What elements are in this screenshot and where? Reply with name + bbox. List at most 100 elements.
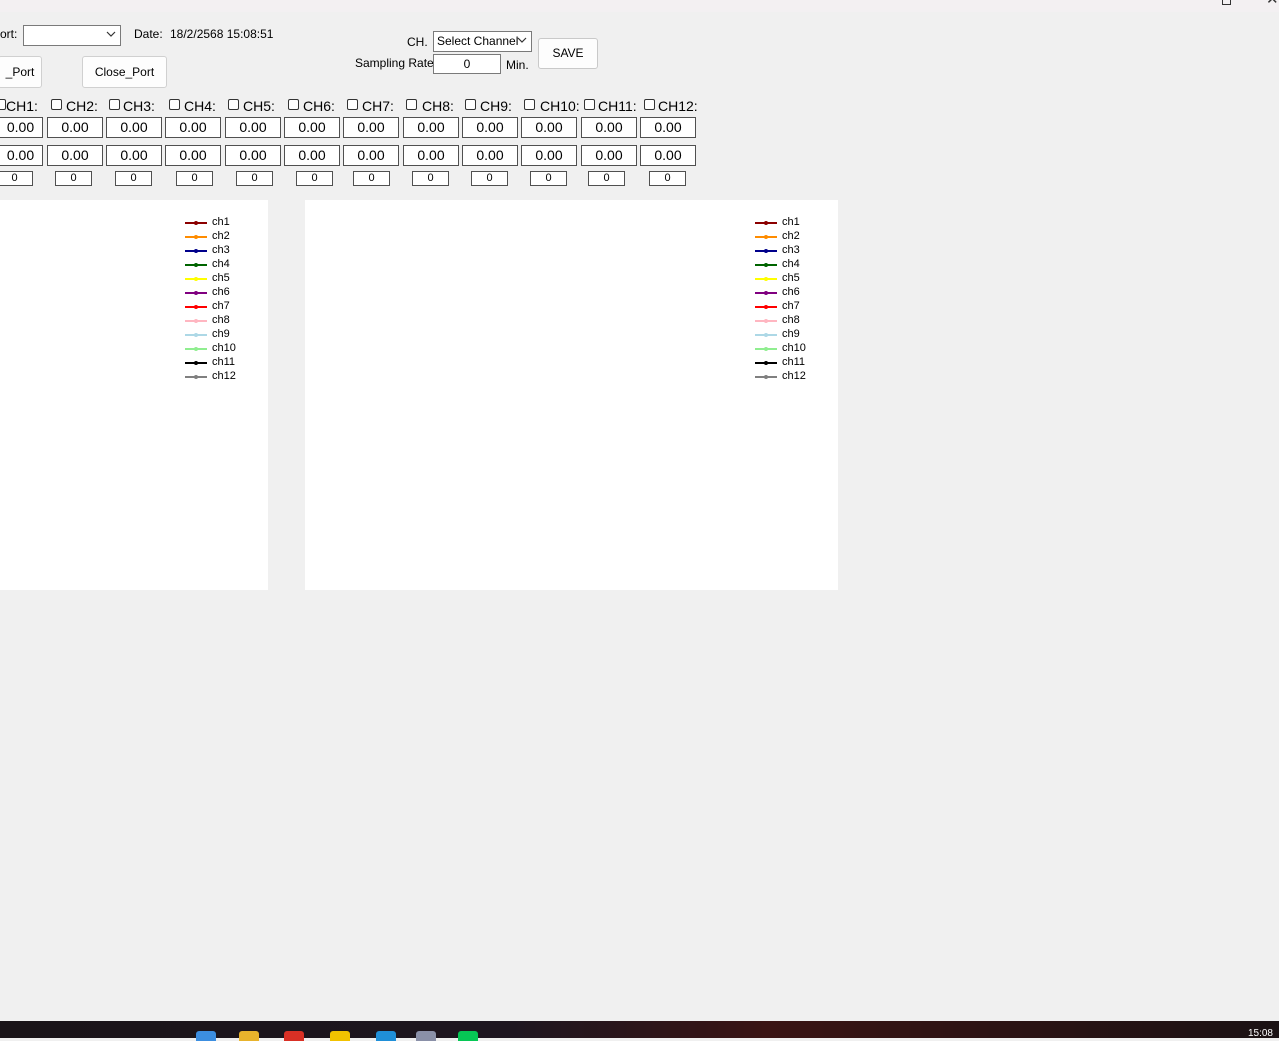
- close-icon[interactable]: ✕: [1266, 0, 1279, 7]
- ch11-count-input[interactable]: 0: [588, 171, 625, 186]
- ch12-value-2[interactable]: 0.00: [640, 145, 696, 166]
- ch4-label: CH4:: [184, 98, 216, 114]
- window-titlebar: ✕: [0, 0, 1279, 12]
- legend-label-ch9: ch9: [782, 328, 800, 340]
- ch2-value-1[interactable]: 0.00: [47, 117, 103, 138]
- ch7-count-input[interactable]: 0: [353, 171, 390, 186]
- legend-marker-ch8: [764, 319, 768, 323]
- legend-label-ch9: ch9: [212, 328, 230, 340]
- ch11-value-1[interactable]: 0.00: [581, 117, 637, 138]
- taskbar-clock: 15:08: [1247, 1028, 1273, 1039]
- running-app-icon[interactable]: [416, 1031, 436, 1041]
- ch7-value-2[interactable]: 0.00: [343, 145, 399, 166]
- ch4-value-1[interactable]: 0.00: [165, 117, 221, 138]
- ch2-label: CH2:: [66, 98, 98, 114]
- ch7-value-1[interactable]: 0.00: [343, 117, 399, 138]
- windows-start-icon[interactable]: [196, 1031, 216, 1041]
- save-button[interactable]: SAVE: [538, 38, 598, 69]
- ch10-count-input[interactable]: 0: [530, 171, 567, 186]
- port-combobox[interactable]: [23, 25, 121, 46]
- ch8-checkbox[interactable]: [406, 99, 417, 110]
- ch12-value-1[interactable]: 0.00: [640, 117, 696, 138]
- ch3-label: CH3:: [123, 98, 155, 114]
- channel-select[interactable]: Select Channel: [433, 31, 532, 52]
- ch9-value-2[interactable]: 0.00: [462, 145, 518, 166]
- ch1-count-input[interactable]: 0: [0, 171, 33, 186]
- legend-marker-ch12: [194, 375, 198, 379]
- legend-label-ch5: ch5: [212, 272, 230, 284]
- ch10-checkbox[interactable]: [524, 99, 535, 110]
- legend-marker-ch4: [194, 263, 198, 267]
- ch2-checkbox[interactable]: [51, 99, 62, 110]
- sampling-rate-input[interactable]: 0: [433, 54, 501, 74]
- ch4-count-input[interactable]: 0: [176, 171, 213, 186]
- legend-marker-ch1: [194, 221, 198, 225]
- ch6-value-1[interactable]: 0.00: [284, 117, 340, 138]
- ch8-value-2[interactable]: 0.00: [403, 145, 459, 166]
- legend-marker-ch10: [194, 347, 198, 351]
- legend-label-ch7: ch7: [212, 300, 230, 312]
- legend-marker-ch7: [764, 305, 768, 309]
- ch2-count-input[interactable]: 0: [55, 171, 92, 186]
- chrome-icon[interactable]: [284, 1031, 304, 1041]
- legend-label-ch11: ch11: [782, 356, 806, 368]
- legend-marker-ch5: [194, 277, 198, 281]
- legend-marker-ch2: [764, 235, 768, 239]
- ch7-checkbox[interactable]: [347, 99, 358, 110]
- ch5-count-input[interactable]: 0: [236, 171, 273, 186]
- open-port-button[interactable]: _Port: [0, 56, 42, 88]
- legend-label-ch2: ch2: [782, 230, 800, 242]
- ch12-label: CH12:: [658, 98, 698, 114]
- ch5-checkbox[interactable]: [228, 99, 239, 110]
- legend-marker-ch11: [194, 361, 198, 365]
- legend-label-ch4: ch4: [782, 258, 800, 270]
- ch11-checkbox[interactable]: [584, 99, 595, 110]
- ch6-value-2[interactable]: 0.00: [284, 145, 340, 166]
- line-app-icon[interactable]: [458, 1031, 478, 1041]
- legend-label-ch2: ch2: [212, 230, 230, 242]
- ch2-value-2[interactable]: 0.00: [47, 145, 103, 166]
- ch10-label: CH10:: [540, 98, 580, 114]
- legend-label-ch5: ch5: [782, 272, 800, 284]
- ch8-count-input[interactable]: 0: [412, 171, 449, 186]
- pinned-app-icon[interactable]: [330, 1031, 350, 1041]
- ch9-checkbox[interactable]: [465, 99, 476, 110]
- legend-label-ch6: ch6: [782, 286, 800, 298]
- ch1-value-1[interactable]: 0.00: [0, 117, 43, 138]
- ch6-checkbox[interactable]: [288, 99, 299, 110]
- file-explorer-icon[interactable]: [239, 1031, 259, 1041]
- ch12-count-input[interactable]: 0: [649, 171, 686, 186]
- ch1-value-2[interactable]: 0.00: [0, 145, 43, 166]
- ch3-value-1[interactable]: 0.00: [106, 117, 162, 138]
- legend-label-ch1: ch1: [212, 216, 230, 228]
- ch10-value-2[interactable]: 0.00: [521, 145, 577, 166]
- legend-label-ch6: ch6: [212, 286, 230, 298]
- legend-marker-ch2: [194, 235, 198, 239]
- ch-label: CH.: [407, 35, 428, 49]
- ch12-checkbox[interactable]: [644, 99, 655, 110]
- ch3-checkbox[interactable]: [109, 99, 120, 110]
- ch5-value-1[interactable]: 0.00: [225, 117, 281, 138]
- legend-marker-ch10: [764, 347, 768, 351]
- chevron-down-icon: [517, 37, 527, 43]
- edge-icon[interactable]: [376, 1031, 396, 1041]
- legend-label-ch11: ch11: [212, 356, 236, 368]
- ch4-value-2[interactable]: 0.00: [165, 145, 221, 166]
- close-port-button[interactable]: Close_Port: [82, 56, 167, 88]
- legend-label-ch8: ch8: [212, 314, 230, 326]
- ch8-value-1[interactable]: 0.00: [403, 117, 459, 138]
- restore-icon[interactable]: [1222, 0, 1231, 5]
- ch10-value-1[interactable]: 0.00: [521, 117, 577, 138]
- ch5-value-2[interactable]: 0.00: [225, 145, 281, 166]
- ch11-label: CH11:: [598, 98, 637, 114]
- ch4-checkbox[interactable]: [169, 99, 180, 110]
- ch6-count-input[interactable]: 0: [296, 171, 333, 186]
- ch3-value-2[interactable]: 0.00: [106, 145, 162, 166]
- ch9-value-1[interactable]: 0.00: [462, 117, 518, 138]
- legend-label-ch3: ch3: [782, 244, 800, 256]
- ch9-count-input[interactable]: 0: [471, 171, 508, 186]
- ch8-label: CH8:: [422, 98, 454, 114]
- ch3-count-input[interactable]: 0: [115, 171, 152, 186]
- ch11-value-2[interactable]: 0.00: [581, 145, 637, 166]
- sampling-rate-label: Sampling Rate: [355, 56, 434, 70]
